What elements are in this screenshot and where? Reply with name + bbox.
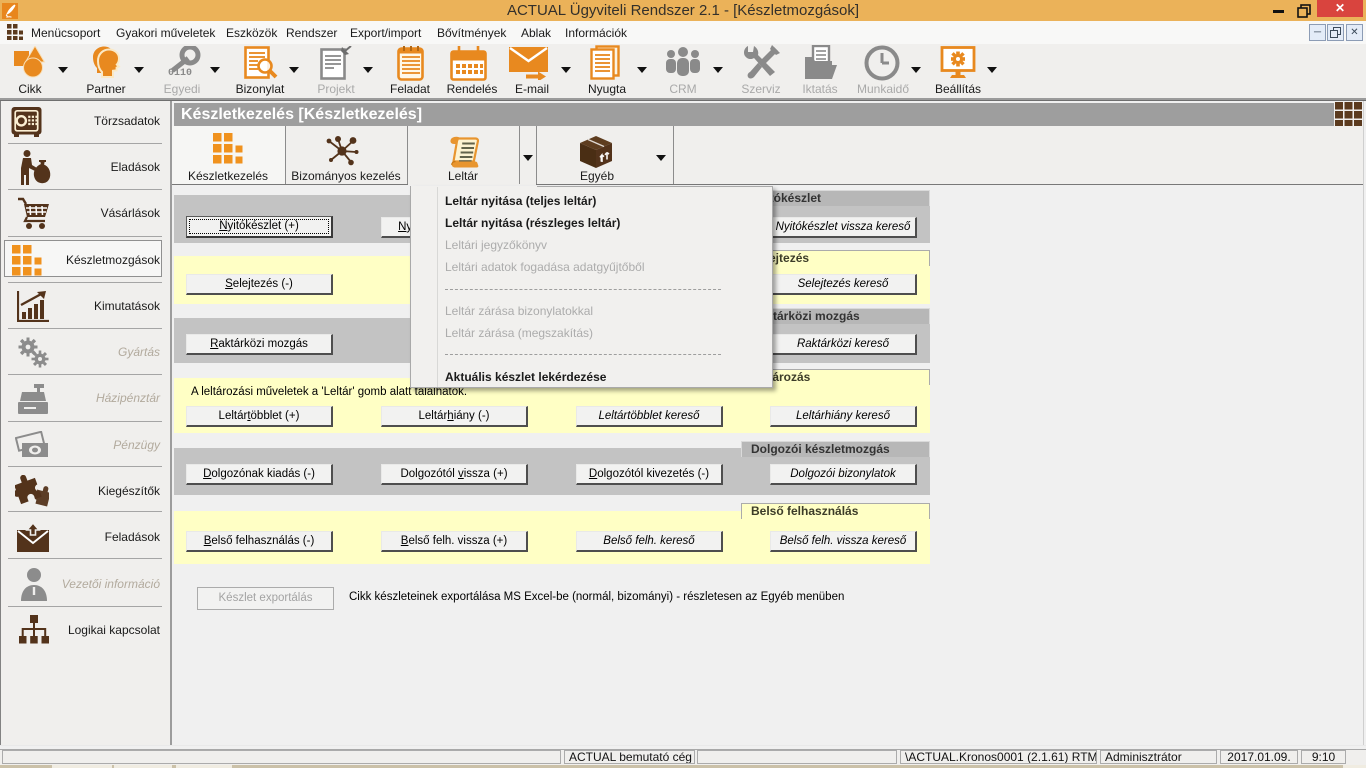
svg-text:0110: 0110 [168, 68, 192, 79]
